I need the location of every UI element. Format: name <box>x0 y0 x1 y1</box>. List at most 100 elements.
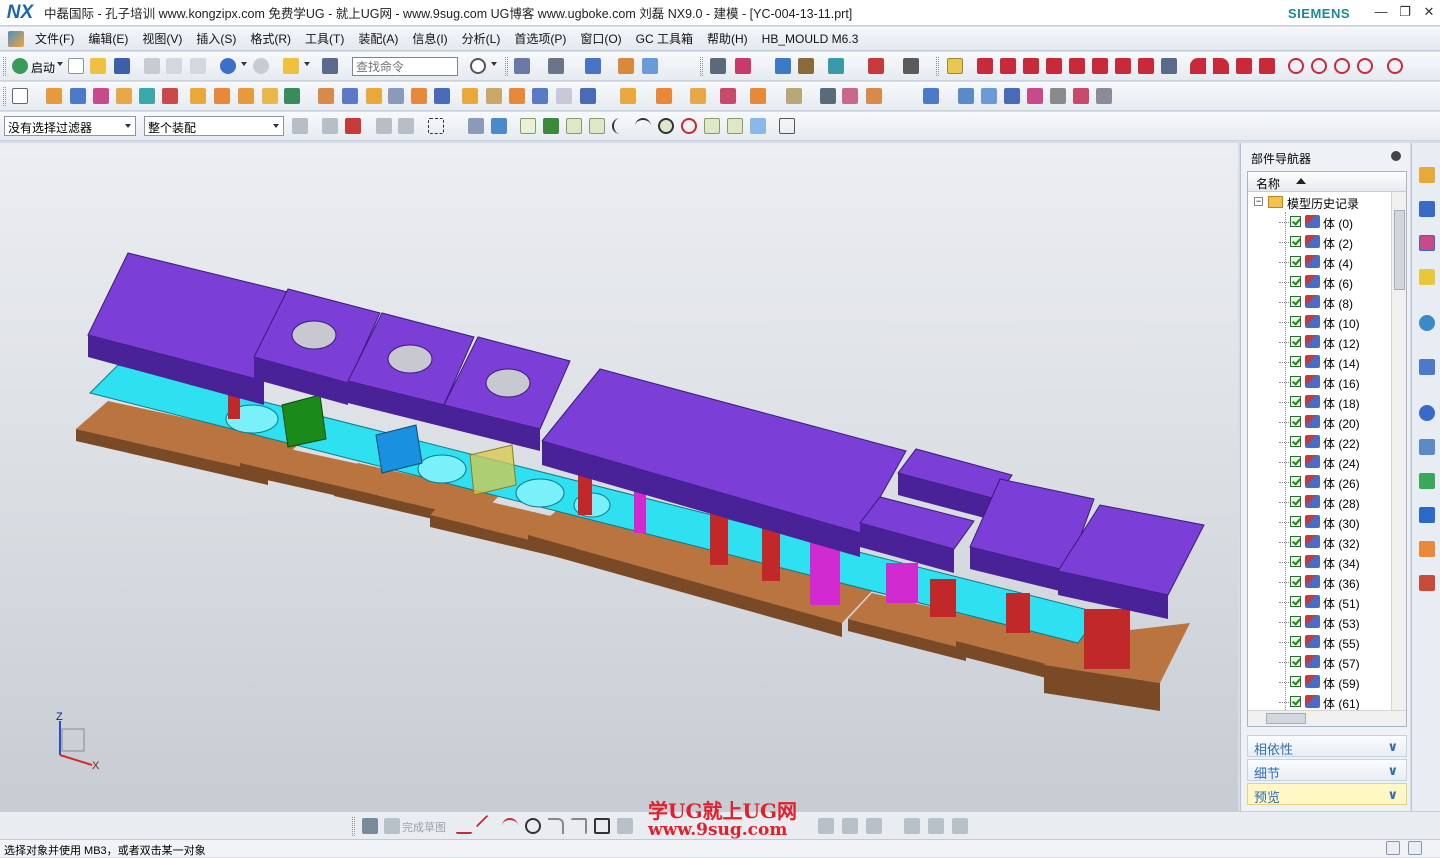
trim-body-icon[interactable] <box>411 88 427 104</box>
toolbar-grip[interactable] <box>3 87 6 106</box>
view-orient-icon[interactable] <box>585 58 601 74</box>
boss-icon[interactable] <box>116 88 132 104</box>
revolve-icon[interactable] <box>70 88 86 104</box>
circle-icon[interactable] <box>1334 58 1350 74</box>
tree-item[interactable]: 体 (18) <box>1248 392 1390 412</box>
analysis-icon[interactable] <box>828 58 844 74</box>
rectangle-select-icon[interactable] <box>428 118 444 134</box>
snap-existing-point-icon[interactable] <box>727 118 743 134</box>
line-icon[interactable] <box>1023 58 1039 74</box>
finish-sketch-icon[interactable] <box>384 818 400 834</box>
measure-icon[interactable] <box>798 58 814 74</box>
snap-line-icon[interactable] <box>589 118 605 134</box>
finish-sketch-button[interactable]: 完成草图 <box>402 819 446 835</box>
visibility-checkbox[interactable] <box>1290 356 1301 367</box>
visibility-checkbox[interactable] <box>1290 516 1301 527</box>
visibility-checkbox[interactable] <box>1290 576 1301 587</box>
history-icon[interactable] <box>1419 405 1435 421</box>
sketch-icon[interactable] <box>362 818 378 834</box>
snap-arc-icon[interactable] <box>612 118 628 134</box>
collapse-icon[interactable]: − <box>1254 197 1263 206</box>
graphics-window[interactable]: Z X <box>0 143 1238 811</box>
redo-icon[interactable] <box>253 58 269 74</box>
tree-item[interactable]: 体 (30) <box>1248 512 1390 532</box>
tree-item[interactable]: 体 (59) <box>1248 672 1390 692</box>
open-folder-icon[interactable] <box>90 58 106 74</box>
pull-face-icon[interactable] <box>656 88 672 104</box>
assembly-navigator-icon[interactable] <box>1419 167 1435 183</box>
tree-item[interactable]: 体 (34) <box>1248 552 1390 572</box>
tree-item[interactable]: 体 (51) <box>1248 592 1390 612</box>
menu-edit[interactable]: 编辑(E) <box>81 30 135 47</box>
through-curves-icon[interactable] <box>981 88 997 104</box>
chamfer-icon[interactable] <box>342 88 358 104</box>
cut-icon[interactable] <box>144 58 160 74</box>
swept-icon[interactable] <box>1004 88 1020 104</box>
hd3d-icon[interactable] <box>1419 315 1435 331</box>
chevron-down-icon[interactable] <box>304 62 310 66</box>
extrude-icon[interactable] <box>46 88 62 104</box>
menu-format[interactable]: 格式(R) <box>243 30 298 47</box>
ruler-icon[interactable] <box>903 58 919 74</box>
mirror-face-icon[interactable] <box>750 88 766 104</box>
visibility-checkbox[interactable] <box>1290 696 1301 707</box>
replace-face-icon[interactable] <box>556 88 572 104</box>
pattern-icon[interactable] <box>262 88 278 104</box>
visibility-checkbox[interactable] <box>1290 536 1301 547</box>
menu-gc-toolbox[interactable]: GC 工具箱 <box>629 30 700 47</box>
chevron-down-icon[interactable] <box>241 62 247 66</box>
mirror-icon[interactable] <box>284 88 300 104</box>
render-style-icon[interactable] <box>548 58 564 74</box>
scrollbar-thumb[interactable] <box>1266 713 1306 724</box>
roles-icon[interactable] <box>1419 541 1435 557</box>
section-view-icon[interactable] <box>642 58 658 74</box>
line-icon[interactable] <box>1000 58 1016 74</box>
offset-face-icon[interactable] <box>462 88 478 104</box>
snap-intersect-icon[interactable] <box>704 118 720 134</box>
close-button[interactable]: ✕ <box>1418 3 1440 21</box>
visibility-checkbox[interactable] <box>1290 236 1301 247</box>
chevron-down-icon[interactable] <box>57 62 63 66</box>
auto-constraint-icon[interactable] <box>928 818 944 834</box>
restore-button[interactable]: ❐ <box>1394 3 1416 21</box>
visibility-checkbox[interactable] <box>1290 416 1301 427</box>
process-studio-icon[interactable] <box>1419 473 1435 489</box>
trim-icon[interactable] <box>818 818 834 834</box>
circle-icon[interactable] <box>1288 58 1304 74</box>
tree-item[interactable]: 体 (0) <box>1248 212 1390 232</box>
snap-grid-icon[interactable] <box>779 118 795 134</box>
arc-icon[interactable] <box>502 818 518 834</box>
visibility-checkbox[interactable] <box>1290 216 1301 227</box>
assembly-icon[interactable] <box>820 88 836 104</box>
cross-icon[interactable] <box>1046 58 1062 74</box>
toolbar-grip[interactable] <box>936 57 939 76</box>
sew-icon[interactable] <box>1050 88 1066 104</box>
pocket-icon[interactable] <box>139 88 155 104</box>
visibility-checkbox[interactable] <box>1290 456 1301 467</box>
snap-face-icon[interactable] <box>468 118 484 134</box>
snap-point-icon[interactable] <box>947 58 963 74</box>
visibility-checkbox[interactable] <box>1290 476 1301 487</box>
repeat-command-icon[interactable] <box>283 58 299 74</box>
copy-icon[interactable] <box>166 58 182 74</box>
curve-icon[interactable] <box>1138 58 1154 74</box>
menu-info[interactable]: 信息(I) <box>405 30 454 47</box>
component-icon[interactable] <box>842 88 858 104</box>
vertical-scrollbar[interactable] <box>1391 192 1406 710</box>
visibility-checkbox[interactable] <box>1290 336 1301 347</box>
arc-icon[interactable] <box>1069 58 1085 74</box>
menu-tools[interactable]: 工具(T) <box>298 30 351 47</box>
arc-icon[interactable] <box>1092 58 1108 74</box>
menu-hb-mould[interactable]: HB_MOULD M6.3 <box>755 32 866 46</box>
toolbar-grip[interactable] <box>3 57 6 76</box>
snap-quadrant-icon[interactable] <box>635 118 651 134</box>
search-icon[interactable] <box>470 58 486 74</box>
scope-select[interactable]: 整个装配 <box>144 116 284 136</box>
toolbar-grip[interactable] <box>505 57 508 76</box>
split-body-icon[interactable] <box>434 88 450 104</box>
fillet-icon[interactable] <box>548 818 564 834</box>
command-finder-icon[interactable] <box>322 58 338 74</box>
select-body-icon[interactable] <box>398 118 414 134</box>
tree-item[interactable]: 体 (24) <box>1248 452 1390 472</box>
fillet-icon[interactable] <box>1213 58 1229 74</box>
